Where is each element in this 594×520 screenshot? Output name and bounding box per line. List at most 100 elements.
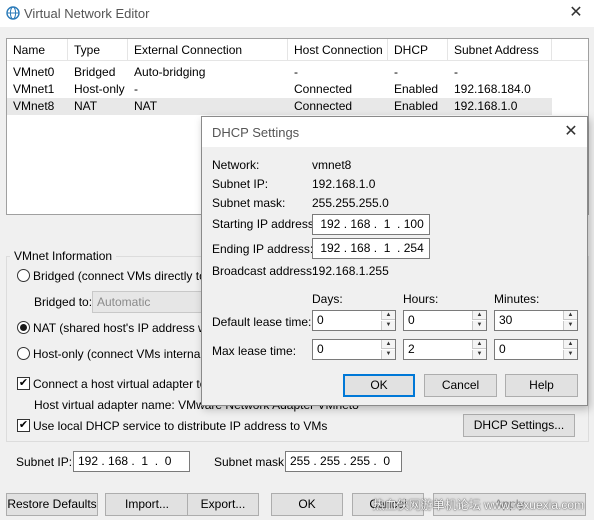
max-lease-minutes-stepper[interactable]: 0 ▲ ▼ [494,339,578,360]
spin-up-icon[interactable]: ▲ [563,340,577,349]
spin-up-icon[interactable]: ▲ [563,311,577,320]
cell-name: VMnet0 [13,65,55,79]
column-header-dhcp[interactable]: DHCP [388,39,448,61]
export-button[interactable]: Export... [187,493,259,516]
network-label: Network: [212,158,260,172]
stepper-value: 0 [408,313,415,327]
dialog-cancel-button[interactable]: Cancel [424,374,497,397]
dialog-ok-button[interactable]: OK [343,374,415,397]
spin-down-icon[interactable]: ▼ [381,350,395,359]
cell-type: NAT [74,99,98,113]
globe-icon [6,6,20,20]
hours-label: Hours: [403,292,439,306]
cell-type: Bridged [74,65,116,79]
bridged-to-label: Bridged to: [34,295,93,309]
use-dhcp-checkbox[interactable]: ✔ [17,419,30,432]
dialog-title-bar: DHCP Settings ✕ [202,117,587,147]
stepper-value: 0 [317,313,324,327]
bridged-radio[interactable] [17,269,30,282]
nat-label[interactable]: NAT (shared host's IP address with [33,321,219,335]
host-only-radio[interactable] [17,347,30,360]
title-bar: Virtual Network Editor ✕ [0,0,594,27]
cell-external: - [134,82,138,96]
column-header-external-connection[interactable]: External Connection [128,39,288,61]
table-row[interactable]: VMnet1 Host-only - Connected Enabled 192… [7,81,552,98]
cell-subnet: 192.168.184.0 [454,82,531,96]
cell-name: VMnet1 [13,82,55,96]
spin-up-icon[interactable]: ▲ [472,311,486,320]
spin-down-icon[interactable]: ▼ [472,321,486,330]
cell-dhcp: Enabled [394,99,439,113]
dialog-subnet-mask-value: 255.255.255.0 [312,196,389,210]
connect-adapter-checkbox[interactable]: ✔ [17,377,30,390]
dhcp-settings-dialog: DHCP Settings ✕ Network: vmnet8 Subnet I… [201,116,588,406]
subnet-mask-field[interactable]: 255 . 255 . 255 . 0 [285,451,402,472]
checkmark-icon: ✔ [18,377,29,389]
table-row-selected[interactable]: VMnet8 NAT NAT Connected Enabled 192.168… [7,98,552,115]
spin-down-icon[interactable]: ▼ [563,321,577,330]
nat-radio[interactable] [17,321,30,334]
host-only-label[interactable]: Host-only (connect VMs internally in [33,347,224,361]
connect-adapter-label[interactable]: Connect a host virtual adapter to th [33,377,220,391]
broadcast-value: 192.168.1.255 [312,264,389,278]
default-lease-minutes-stepper[interactable]: 30 ▲ ▼ [494,310,578,331]
cell-subnet: 192.168.1.0 [454,99,518,113]
default-lease-days-stepper[interactable]: 0 ▲ ▼ [312,310,396,331]
dialog-help-button[interactable]: Help [505,374,578,397]
max-lease-days-stepper[interactable]: 0 ▲ ▼ [312,339,396,360]
subnet-ip-field[interactable]: 192 . 168 . 1 . 0 [73,451,190,472]
column-header-subnet-address[interactable]: Subnet Address [448,39,552,61]
cell-type: Host-only [74,82,125,96]
starting-ip-label: Starting IP address: [212,217,318,231]
cell-dhcp: Enabled [394,82,439,96]
network-value: vmnet8 [312,158,352,172]
ending-ip-field[interactable]: 192 . 168 . 1 . 254 [312,238,430,259]
broadcast-label: Broadcast address: [212,264,316,278]
spin-up-icon[interactable]: ▲ [381,311,395,320]
window-title: Virtual Network Editor [24,6,150,21]
default-lease-label: Default lease time: [212,315,312,329]
stepper-value: 0 [499,342,506,356]
dialog-subnet-ip-label: Subnet IP: [212,177,269,191]
stepper-value: 0 [317,342,324,356]
bridged-to-select[interactable]: Automatic [92,291,204,313]
starting-ip-field[interactable]: 192 . 168 . 1 . 100 [312,214,430,235]
use-dhcp-label[interactable]: Use local DHCP service to distribute IP … [33,419,327,433]
max-lease-label: Max lease time: [212,344,297,358]
default-lease-hours-stepper[interactable]: 0 ▲ ▼ [403,310,487,331]
bridged-label[interactable]: Bridged (connect VMs directly to the [33,269,226,283]
spin-down-icon[interactable]: ▼ [563,350,577,359]
ok-button[interactable]: OK [271,493,343,516]
spin-down-icon[interactable]: ▼ [381,321,395,330]
spin-up-icon[interactable]: ▲ [472,340,486,349]
cell-host: - [294,65,298,79]
ending-ip-label: Ending IP address: [212,242,314,256]
vmnet-info-label: VMnet Information [10,249,117,263]
days-label: Days: [312,292,343,306]
spin-up-icon[interactable]: ▲ [381,340,395,349]
cell-host: Connected [294,82,353,96]
subnet-ip-label: Subnet IP: [16,455,73,469]
close-icon[interactable]: ✕ [561,122,581,142]
dhcp-settings-button[interactable]: DHCP Settings... [463,414,575,437]
spin-down-icon[interactable]: ▼ [472,350,486,359]
max-lease-hours-stepper[interactable]: 2 ▲ ▼ [403,339,487,360]
cell-dhcp: - [394,65,398,79]
cell-external: NAT [134,99,158,113]
close-icon[interactable]: ✕ [566,3,586,23]
column-header-type[interactable]: Type [68,39,128,61]
import-button[interactable]: Import... [105,493,189,516]
watermark: 热血侠网游单机论坛 www.rexuexia.com [372,498,584,512]
minutes-label: Minutes: [494,292,540,306]
column-header-host-connection[interactable]: Host Connection [288,39,388,61]
restore-defaults-button[interactable]: Restore Defaults [6,493,98,516]
cell-subnet: - [454,65,458,79]
stepper-value: 2 [408,342,415,356]
column-header-name[interactable]: Name [7,39,68,61]
table-header: Name Type External Connection Host Conne… [7,39,588,61]
dialog-title: DHCP Settings [212,125,300,140]
table-row[interactable]: VMnet0 Bridged Auto-bridging - - - [7,64,552,81]
checkmark-icon: ✔ [18,419,29,431]
cell-name: VMnet8 [13,99,55,113]
dialog-subnet-mask-label: Subnet mask: [212,196,286,210]
